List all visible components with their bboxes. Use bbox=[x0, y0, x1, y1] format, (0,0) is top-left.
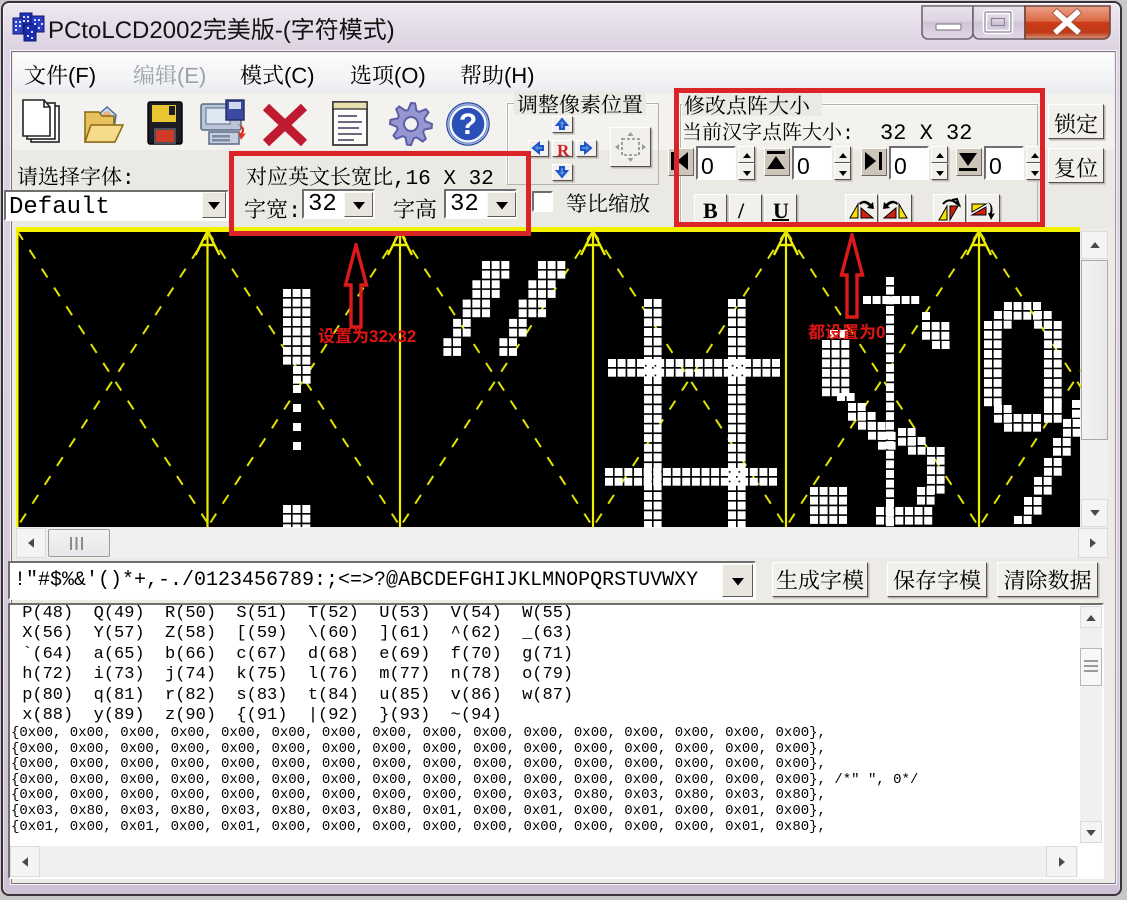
svg-text:?: ? bbox=[459, 108, 477, 141]
